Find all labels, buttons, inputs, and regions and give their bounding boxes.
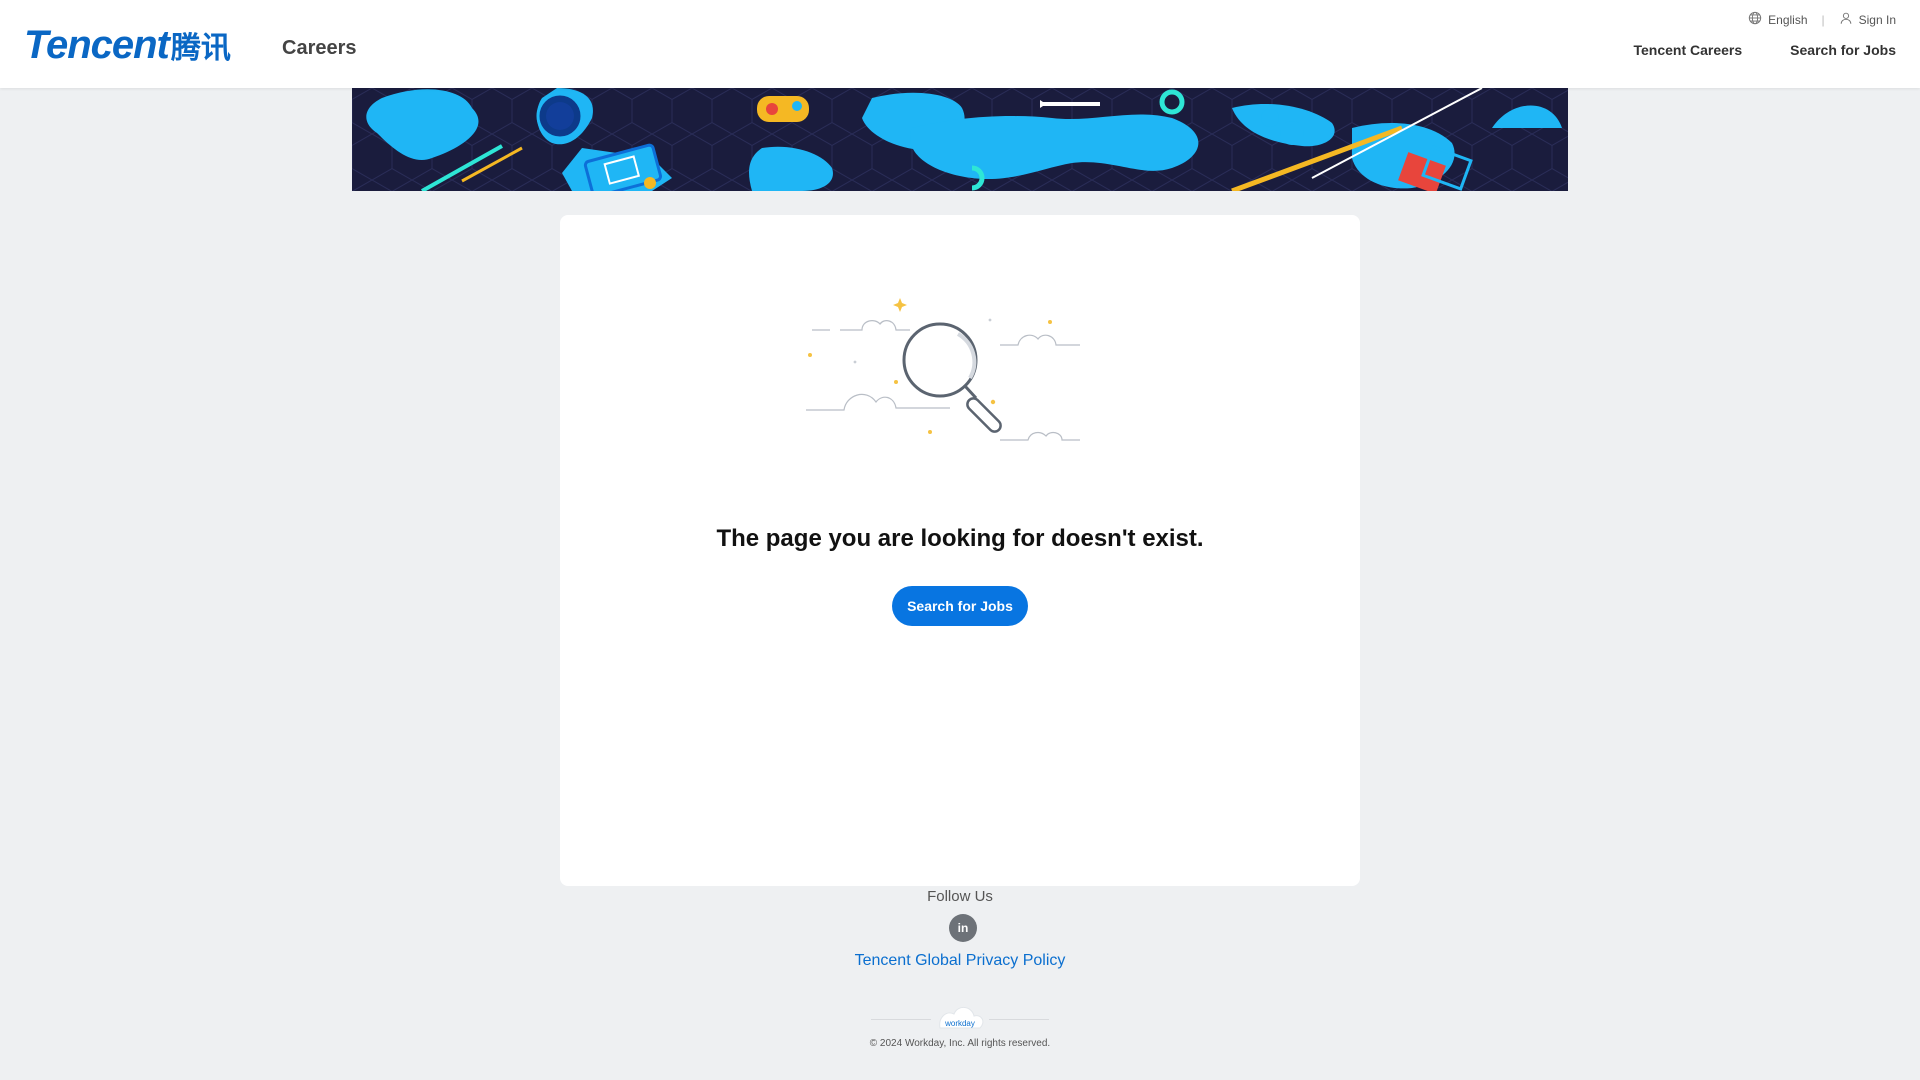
language-label: English [1768, 12, 1808, 27]
logo-chinese-text: 腾讯 [170, 31, 231, 66]
nav-tencent-careers[interactable]: Tencent Careers [1633, 42, 1742, 58]
search-for-jobs-button[interactable]: Search for Jobs [892, 586, 1028, 626]
error-message: The page you are looking for doesn't exi… [716, 525, 1204, 552]
divider: | [1821, 12, 1825, 27]
workday-logo-text: workday [944, 1019, 975, 1028]
language-selector[interactable]: English [1748, 11, 1808, 28]
world-map-banner-image [352, 88, 1568, 191]
follow-us-label: Follow Us [927, 888, 993, 905]
hero-banner [352, 88, 1568, 191]
main-nav: Tencent Careers Search for Jobs [1633, 42, 1896, 58]
divider [871, 1019, 931, 1020]
nav-search-for-jobs[interactable]: Search for Jobs [1790, 42, 1896, 58]
copyright-text: © 2024 Workday, Inc. All rights reserved… [869, 1038, 1051, 1049]
divider [989, 1019, 1049, 1020]
linkedin-icon[interactable]: in [949, 914, 977, 942]
tencent-logo[interactable]: Tencent 腾讯 [24, 23, 231, 67]
careers-title: Careers [282, 37, 357, 59]
workday-logo: workday [939, 1007, 984, 1029]
user-icon [1839, 11, 1853, 28]
globe-icon [1748, 11, 1762, 28]
header: Tencent 腾讯 Careers English | Sign In Ten… [0, 0, 1920, 88]
privacy-policy-link[interactable]: Tencent Global Privacy Policy [0, 952, 1920, 970]
logo-text: Tencent [24, 22, 170, 67]
error-card: The page you are looking for doesn't exi… [560, 215, 1360, 886]
utility-bar: English | Sign In [1748, 11, 1896, 28]
sign-in-link[interactable]: Sign In [1839, 11, 1896, 28]
magnifier-illustration [806, 298, 1080, 441]
sign-in-label: Sign In [1858, 12, 1896, 27]
